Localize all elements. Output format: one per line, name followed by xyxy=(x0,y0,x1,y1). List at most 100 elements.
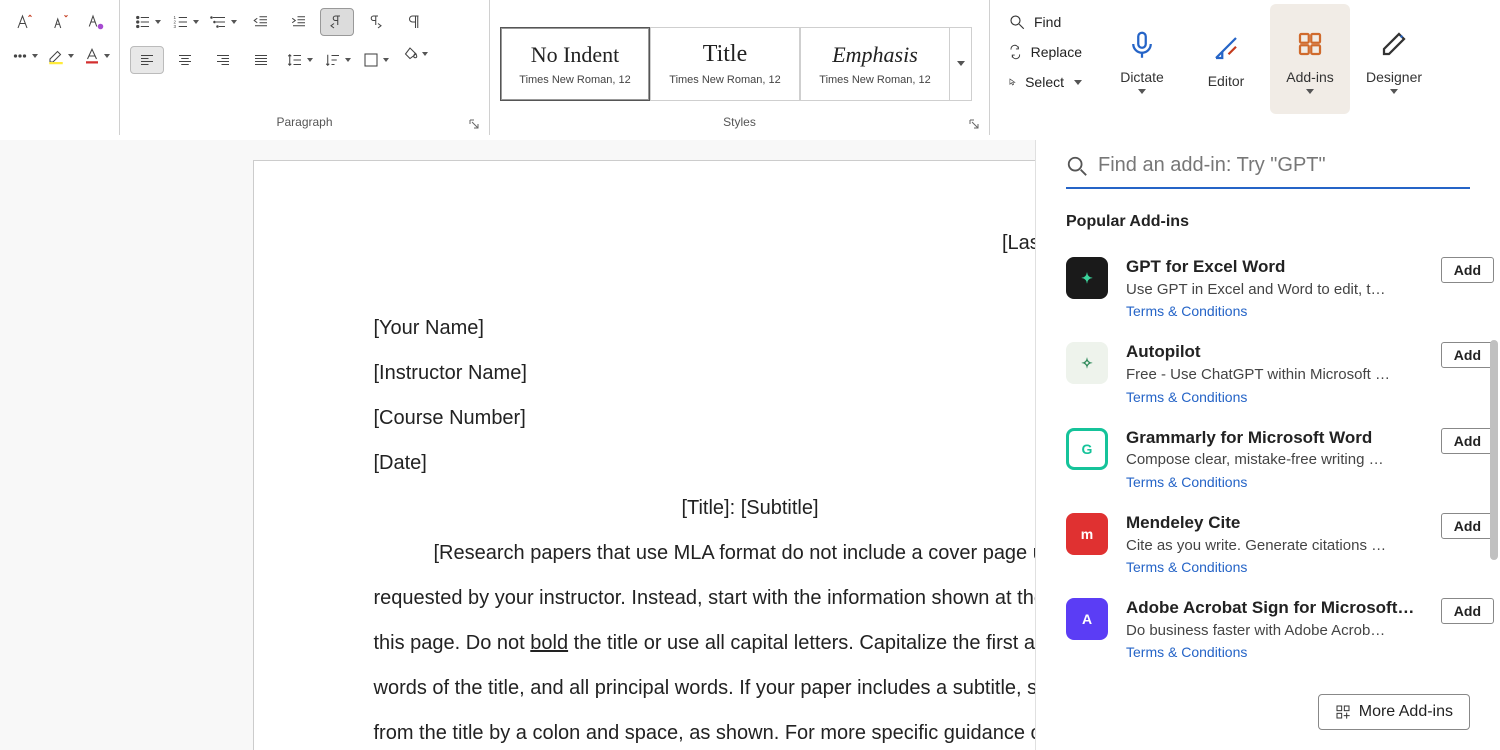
addin-item: A Adobe Acrobat Sign for Microsoft…Do bus… xyxy=(1066,596,1494,663)
addins-search[interactable] xyxy=(1066,148,1470,187)
ribbon: 123 Paragraph xyxy=(0,0,1500,135)
paragraph-group: 123 Paragraph xyxy=(120,0,490,135)
addin-icon: G xyxy=(1066,428,1108,470)
plus-grid-icon xyxy=(1335,704,1351,720)
addin-icon: m xyxy=(1066,513,1108,555)
addin-terms-link[interactable]: Terms & Conditions xyxy=(1126,387,1423,408)
addin-list: ✦ GPT for Excel WordUse GPT in Excel and … xyxy=(1036,247,1500,674)
more-font-options[interactable] xyxy=(10,42,38,70)
panel-scrollbar[interactable] xyxy=(1490,340,1498,560)
addin-name[interactable]: Grammarly for Microsoft Word xyxy=(1126,426,1423,450)
addins-button[interactable]: Add-ins xyxy=(1270,4,1350,114)
doc-line-name: [Your Name] xyxy=(374,306,1127,351)
find-button[interactable]: Find xyxy=(1004,10,1086,34)
addin-add-button[interactable]: Add xyxy=(1441,342,1494,368)
line-spacing-button[interactable] xyxy=(282,46,316,74)
doc-line-course: [Course Number] xyxy=(374,396,1127,441)
microphone-icon xyxy=(1127,25,1157,63)
ribbon-big-buttons: Dictate Editor Add-ins Designer xyxy=(1100,0,1436,135)
addin-add-button[interactable]: Add xyxy=(1441,513,1494,539)
paragraph-dialog-launcher[interactable] xyxy=(467,117,481,131)
style-emphasis[interactable]: Emphasis Times New Roman, 12 xyxy=(800,27,950,101)
addin-name[interactable]: Mendeley Cite xyxy=(1126,511,1423,535)
shrink-font-button[interactable] xyxy=(46,8,74,36)
page-header: [Last Name] 1 xyxy=(374,221,1127,266)
addin-item: ✧ AutopilotFree - Use ChatGPT within Micr… xyxy=(1066,340,1494,407)
highlight-color-button[interactable] xyxy=(46,42,74,70)
addin-body: Mendeley CiteCite as you write. Generate… xyxy=(1126,511,1423,578)
change-case-button[interactable] xyxy=(82,8,110,36)
select-button[interactable]: Select xyxy=(1004,70,1086,94)
styles-more-button[interactable] xyxy=(950,27,972,101)
addin-desc: Use GPT in Excel and Word to edit, t… xyxy=(1126,279,1423,302)
addin-add-button[interactable]: Add xyxy=(1441,428,1494,454)
borders-button[interactable] xyxy=(358,46,392,74)
addin-terms-link[interactable]: Terms & Conditions xyxy=(1126,642,1423,663)
popular-addins-heading: Popular Add-ins xyxy=(1066,213,1470,231)
addin-add-button[interactable]: Add xyxy=(1441,257,1494,283)
bullets-button[interactable] xyxy=(130,8,164,36)
show-paragraph-marks-button[interactable] xyxy=(400,8,428,36)
addin-desc: Free - Use ChatGPT within Microsoft … xyxy=(1126,364,1423,387)
editor-icon xyxy=(1211,29,1241,67)
grow-font-button[interactable] xyxy=(10,8,38,36)
editor-button[interactable]: Editor xyxy=(1186,4,1266,114)
doc-body-paragraph: [Research papers that use MLA format do … xyxy=(374,531,1127,750)
decrease-indent-button[interactable] xyxy=(244,8,278,36)
replace-button[interactable]: Replace xyxy=(1004,40,1086,64)
addins-search-input[interactable] xyxy=(1098,154,1470,177)
editing-group: Find Replace Select xyxy=(990,0,1100,135)
ltr-direction-button[interactable] xyxy=(358,8,392,36)
styles-group: No Indent Times New Roman, 12 Title Time… xyxy=(490,0,990,135)
more-addins-button[interactable]: More Add-ins xyxy=(1318,694,1470,730)
doc-line-date: [Date] xyxy=(374,441,1127,486)
svg-text:3: 3 xyxy=(173,24,176,29)
addin-body: Adobe Acrobat Sign for Microsoft…Do busi… xyxy=(1126,596,1423,663)
addin-desc: Do business faster with Adobe Acrob… xyxy=(1126,620,1423,643)
shading-button[interactable] xyxy=(400,40,428,68)
addin-item: m Mendeley CiteCite as you write. Generat… xyxy=(1066,511,1494,578)
align-left-button[interactable] xyxy=(130,46,164,74)
addin-icon: ✧ xyxy=(1066,342,1108,384)
addin-terms-link[interactable]: Terms & Conditions xyxy=(1126,557,1423,578)
addin-terms-link[interactable]: Terms & Conditions xyxy=(1126,301,1423,322)
font-color-button[interactable] xyxy=(82,42,110,70)
addin-body: Grammarly for Microsoft WordCompose clea… xyxy=(1126,426,1423,493)
styles-group-label: Styles xyxy=(500,113,979,133)
paragraph-group-label: Paragraph xyxy=(130,113,479,133)
dictate-button[interactable]: Dictate xyxy=(1102,4,1182,114)
addin-name[interactable]: Autopilot xyxy=(1126,340,1423,364)
addins-icon xyxy=(1295,25,1325,63)
addin-name[interactable]: Adobe Acrobat Sign for Microsoft… xyxy=(1126,596,1423,620)
search-icon xyxy=(1066,155,1088,177)
align-right-button[interactable] xyxy=(206,46,240,74)
designer-icon xyxy=(1379,25,1409,63)
style-no-indent[interactable]: No Indent Times New Roman, 12 xyxy=(500,27,650,101)
doc-line-instructor: [Instructor Name] xyxy=(374,351,1127,396)
doc-title: [Title]: [Subtitle] xyxy=(374,486,1127,531)
addin-desc: Cite as you write. Generate citations … xyxy=(1126,535,1423,558)
rtl-direction-button[interactable] xyxy=(320,8,354,36)
addin-icon: ✦ xyxy=(1066,257,1108,299)
styles-dialog-launcher[interactable] xyxy=(967,117,981,131)
style-title[interactable]: Title Times New Roman, 12 xyxy=(650,27,800,101)
addin-add-button[interactable]: Add xyxy=(1441,598,1494,624)
font-group-label xyxy=(10,113,109,133)
addins-panel: Popular Add-ins ✦ GPT for Excel WordUse G… xyxy=(1035,140,1500,750)
addin-item: ✦ GPT for Excel WordUse GPT in Excel and … xyxy=(1066,255,1494,322)
designer-button[interactable]: Designer xyxy=(1354,4,1434,114)
addin-body: AutopilotFree - Use ChatGPT within Micro… xyxy=(1126,340,1423,407)
addin-body: GPT for Excel WordUse GPT in Excel and W… xyxy=(1126,255,1423,322)
addin-item: G Grammarly for Microsoft WordCompose cle… xyxy=(1066,426,1494,493)
justify-button[interactable] xyxy=(244,46,278,74)
increase-indent-button[interactable] xyxy=(282,8,316,36)
addin-icon: A xyxy=(1066,598,1108,640)
font-group xyxy=(0,0,120,135)
addin-name[interactable]: GPT for Excel Word xyxy=(1126,255,1423,279)
multilevel-list-button[interactable] xyxy=(206,8,240,36)
numbering-button[interactable]: 123 xyxy=(168,8,202,36)
addin-terms-link[interactable]: Terms & Conditions xyxy=(1126,472,1423,493)
align-center-button[interactable] xyxy=(168,46,202,74)
sort-button[interactable] xyxy=(320,46,354,74)
search-underline xyxy=(1066,187,1470,189)
